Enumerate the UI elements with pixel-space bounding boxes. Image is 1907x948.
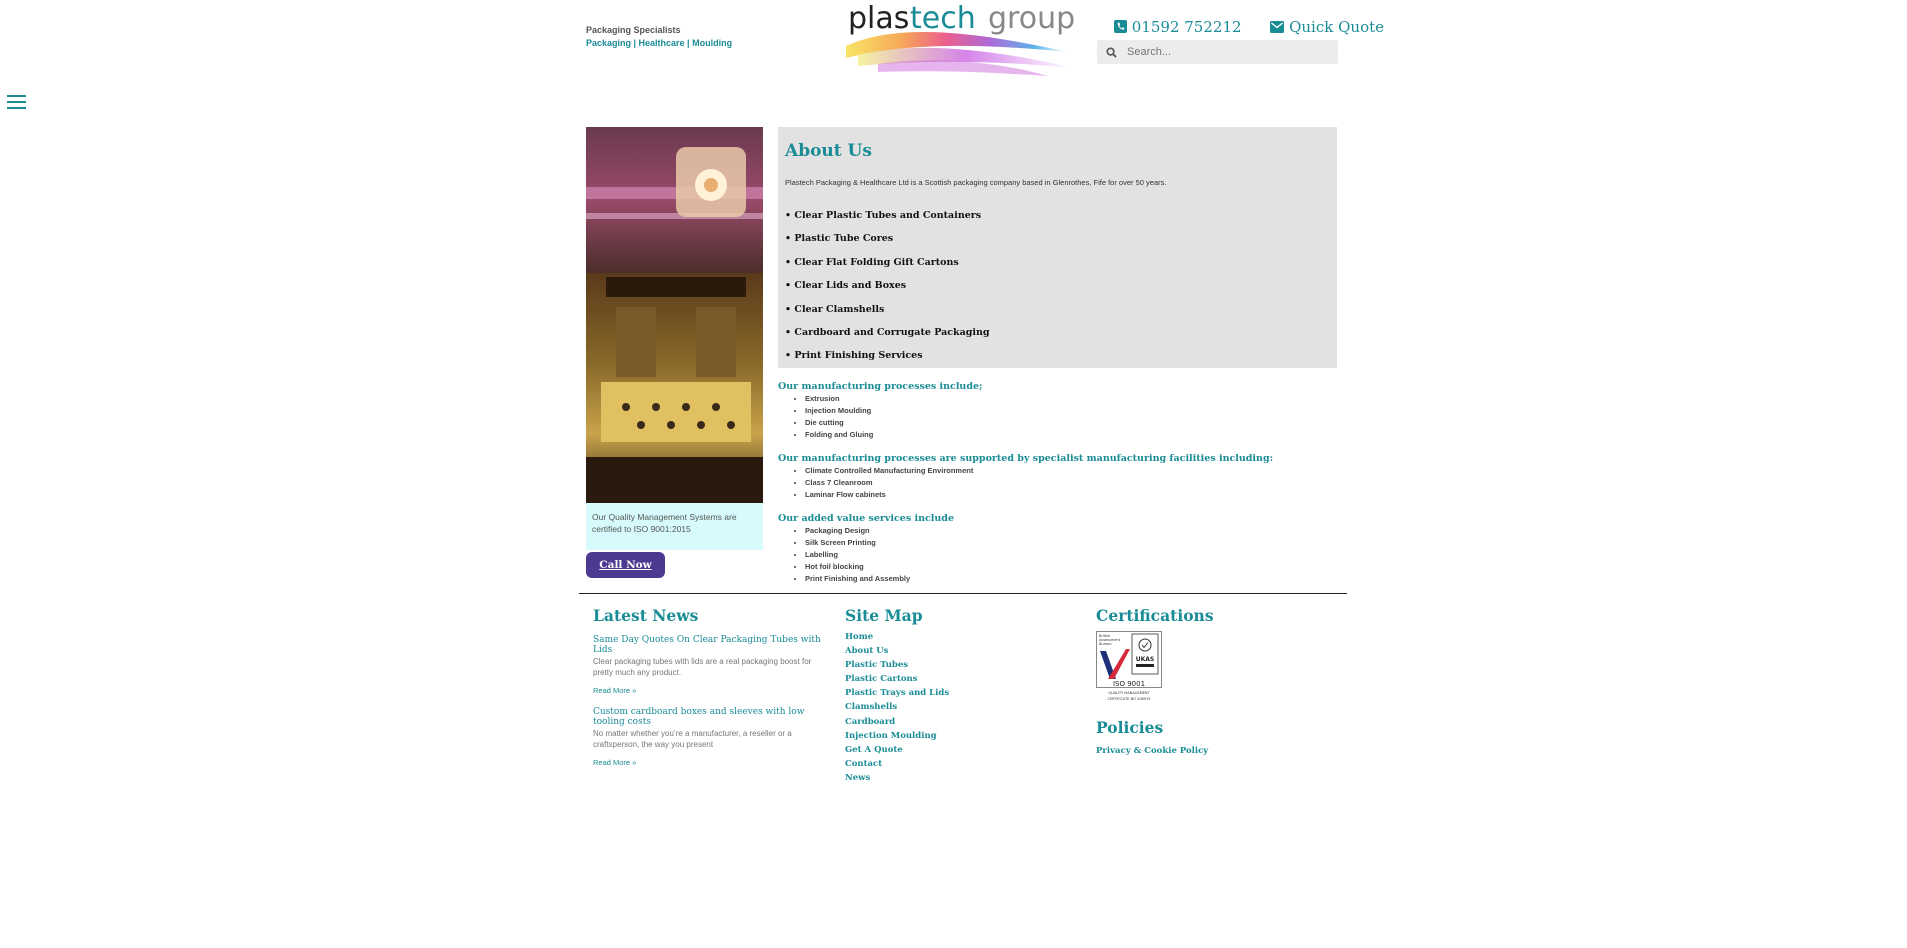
process-item: Extrusion — [805, 393, 983, 405]
service-item: Hot foil blocking — [805, 561, 954, 573]
quick-quote-label: Quick Quote — [1289, 18, 1385, 36]
svg-text:QUALITY MANAGEMENT: QUALITY MANAGEMENT — [1108, 691, 1150, 695]
product-item: • Clear Plastic Tubes and Containers — [785, 210, 982, 221]
sitemap-link-get-quote[interactable]: Get A Quote — [845, 745, 949, 759]
svg-text:Bureau: Bureau — [1099, 642, 1112, 646]
logo-text-tech: tech — [910, 2, 976, 36]
sitemap-link-injection-moulding[interactable]: Injection Moulding — [845, 731, 949, 745]
privacy-policy-link[interactable]: Privacy & Cookie Policy — [1096, 746, 1208, 756]
certifications-title: Certifications — [1096, 606, 1214, 625]
plastech-logo[interactable]: plas tech group — [838, 1, 1086, 80]
svg-text:CERTIFICATE NO 208919: CERTIFICATE NO 208919 — [1108, 697, 1151, 701]
news-headline[interactable]: Custom cardboard boxes and sleeves with … — [593, 707, 825, 727]
process-item: Die cutting — [805, 417, 983, 429]
tagline-bottom[interactable]: Packaging | Healthcare | Moulding — [586, 37, 732, 50]
call-now-button[interactable]: Call Now — [586, 552, 665, 578]
process-item: Injection Moulding — [805, 405, 983, 417]
phone-link[interactable]: 01592 752212 — [1114, 18, 1258, 36]
facility-item: Climate Controlled Manufacturing Environ… — [805, 465, 1273, 477]
site-map: Site Map Home About Us Plastic Tubes Pla… — [845, 606, 949, 787]
logo-text-plas: plas — [848, 2, 909, 36]
sitemap-link-contact[interactable]: Contact — [845, 759, 949, 773]
processes-heading: Our manufacturing processes include; — [778, 381, 983, 392]
product-item: • Clear Lids and Boxes — [785, 280, 907, 292]
service-item: Packaging Design — [805, 525, 954, 537]
phone-icon — [1114, 20, 1127, 33]
sitemap-link-news[interactable]: News — [845, 773, 949, 787]
policies: Policies Privacy & Cookie Policy — [1096, 718, 1208, 756]
services-heading: Our added value services include — [778, 513, 954, 524]
sitemap-title: Site Map — [845, 606, 923, 625]
sitemap-link-about[interactable]: About Us — [845, 646, 949, 660]
svg-text:ISO 9001: ISO 9001 — [1113, 680, 1145, 688]
about-intro: Plastech Packaging & Healthcare Ltd is a… — [785, 178, 1167, 187]
sitemap-link-plastic-cartons[interactable]: Plastic Cartons — [845, 674, 949, 688]
logo-text-group: group — [988, 2, 1075, 36]
news-excerpt: Clear packaging tubes with lids are a re… — [593, 657, 812, 677]
phone-number: 01592 752212 — [1131, 18, 1242, 36]
news-item: Same Day Quotes On Clear Packaging Tubes… — [593, 635, 825, 695]
manufacturing-processes: Our manufacturing processes include; Ext… — [778, 381, 983, 441]
latest-news: Latest News Same Day Quotes On Clear Pac… — [593, 606, 825, 767]
added-value-services: Our added value services include Packagi… — [778, 513, 954, 585]
about-section: About Us Plastech Packaging & Healthcare… — [778, 127, 1337, 368]
svg-text:UKAS: UKAS — [1136, 656, 1155, 663]
product-item: • Cardboard and Corrugate Packaging — [785, 326, 990, 338]
sitemap-link-trays-lids[interactable]: Plastic Trays and Lids — [845, 688, 949, 702]
search-input[interactable] — [1125, 45, 1329, 59]
facilities-heading: Our manufacturing processes are supporte… — [778, 453, 1274, 464]
service-item: Labelling — [805, 549, 954, 561]
iso-note: Our Quality Management Systems are certi… — [586, 503, 763, 550]
news-headline[interactable]: Same Day Quotes On Clear Packaging Tubes… — [593, 635, 825, 655]
news-title: Latest News — [593, 606, 699, 625]
brand-tagline: Packaging Specialists Packaging | Health… — [586, 24, 732, 49]
facility-item: Laminar Flow cabinets — [805, 489, 1273, 501]
product-list: • Clear Plastic Tubes and Containers • P… — [785, 210, 990, 374]
service-item: Print Finishing and Assembly — [805, 573, 954, 585]
search-box — [1097, 40, 1338, 64]
read-more-link[interactable]: Read More » — [593, 686, 825, 695]
news-item: Custom cardboard boxes and sleeves with … — [593, 707, 825, 767]
quick-quote-link[interactable]: Quick Quote — [1270, 18, 1396, 36]
search-icon[interactable] — [1106, 46, 1117, 58]
product-item: • Clear Clamshells — [785, 303, 885, 315]
process-item: Folding and Gluing — [805, 429, 983, 441]
menu-icon[interactable] — [7, 95, 26, 111]
facility-item: Class 7 Cleanroom — [805, 477, 1273, 489]
sitemap-link-clamshells[interactable]: Clamshells — [845, 702, 949, 716]
iso-9001-badge: British Assessment Bureau UKAS ISO 9001 … — [1096, 631, 1162, 703]
news-excerpt: No matter whether you’re a manufacturer,… — [593, 729, 792, 749]
footer-divider — [579, 593, 1347, 594]
certifications: Certifications British Assessment Bureau… — [1096, 606, 1214, 703]
sitemap-link-home[interactable]: Home — [845, 632, 949, 646]
machine-image — [586, 127, 763, 503]
facilities: Our manufacturing processes are supporte… — [778, 453, 1273, 501]
read-more-link[interactable]: Read More » — [593, 758, 825, 767]
about-title: About Us — [785, 141, 872, 161]
policies-title: Policies — [1096, 718, 1164, 737]
envelope-icon — [1270, 21, 1285, 33]
product-item: • Clear Flat Folding Gift Cartons — [785, 256, 959, 268]
tagline-top: Packaging Specialists — [586, 25, 681, 35]
sitemap-link-plastic-tubes[interactable]: Plastic Tubes — [845, 660, 949, 674]
product-item: • Plastic Tube Cores — [785, 233, 894, 245]
sitemap-link-cardboard[interactable]: Cardboard — [845, 717, 949, 731]
service-item: Silk Screen Printing — [805, 537, 954, 549]
product-item: • Print Finishing Services — [785, 350, 923, 362]
contact-bar: 01592 752212 Quick Quote — [1114, 18, 1408, 36]
